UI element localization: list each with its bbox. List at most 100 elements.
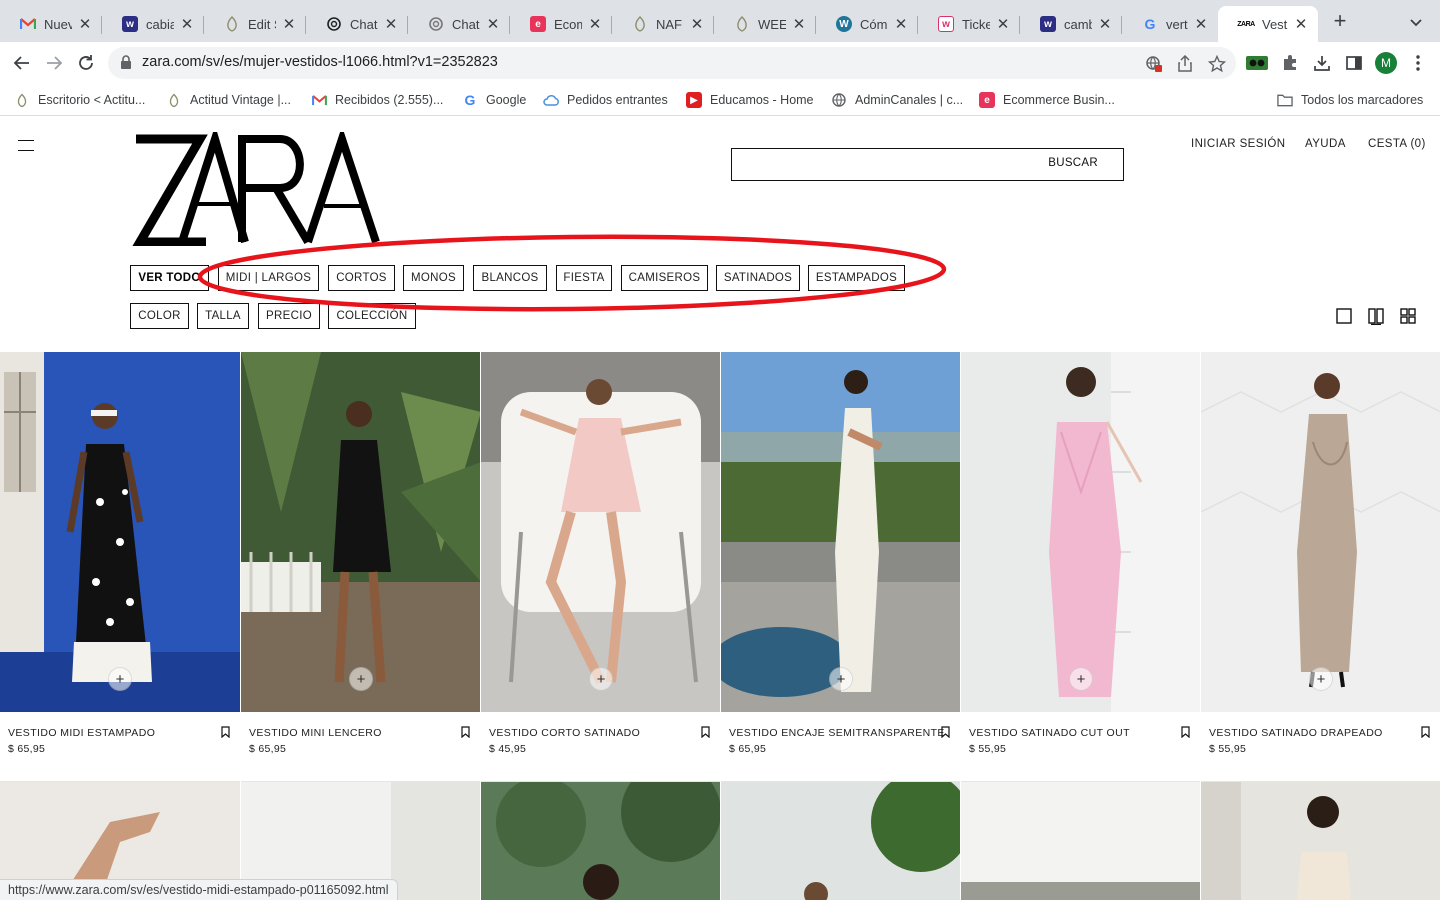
tab-zara-active[interactable]: ZARA Vestid ✕ [1218, 6, 1318, 42]
product-info[interactable]: VESTIDO ENCAJE SEMITRANSPARENTE $ 65,95 [721, 712, 960, 782]
product-info[interactable]: VESTIDO MIDI ESTAMPADO $ 65,95 [0, 712, 240, 782]
tab-ticket[interactable]: w Ticket ✕ [918, 6, 1020, 42]
product-image[interactable] [241, 352, 480, 712]
product-info[interactable]: VESTIDO SATINADO CUT OUT $ 55,95 [961, 712, 1200, 782]
add-to-cart-button[interactable]: + [1069, 667, 1093, 691]
close-icon[interactable]: ✕ [588, 15, 602, 33]
side-panel-icon[interactable] [1343, 52, 1365, 74]
new-tab-button[interactable]: + [1328, 10, 1352, 34]
product-name[interactable]: VESTIDO MINI LENCERO [249, 727, 382, 739]
glasses-extension-icon[interactable] [1246, 52, 1268, 74]
close-icon[interactable]: ✕ [486, 15, 500, 33]
tab-edit-site[interactable]: Edit Si ✕ [204, 6, 306, 42]
product-image[interactable] [0, 352, 240, 712]
product-name[interactable]: VESTIDO ENCAJE SEMITRANSPARENTE [729, 727, 945, 739]
close-icon[interactable]: ✕ [78, 15, 92, 33]
kebab-menu-icon[interactable] [1407, 52, 1429, 74]
close-icon[interactable]: ✕ [996, 15, 1010, 33]
bookmark-google[interactable]: G Google [462, 91, 527, 109]
product-image[interactable] [721, 782, 960, 900]
category-satinados[interactable]: SATINADOS [716, 265, 800, 291]
login-link[interactable]: INICIAR SESIÓN [1191, 138, 1285, 150]
close-icon[interactable]: ✕ [894, 15, 908, 33]
bookmark-admincanales[interactable]: AdminCanales | c... [831, 91, 963, 109]
product-name[interactable]: VESTIDO MIDI ESTAMPADO [8, 727, 155, 739]
url-text[interactable]: zara.com/sv/es/mujer-vestidos-l1066.html… [142, 54, 498, 70]
add-to-cart-button[interactable]: + [349, 667, 373, 691]
grid-view-icon[interactable] [1399, 307, 1417, 325]
bookmark-educamos[interactable]: ▶ Educamos - Home [686, 91, 814, 109]
product-image[interactable] [481, 352, 720, 712]
single-column-view-icon[interactable] [1335, 307, 1353, 325]
product-info[interactable]: VESTIDO SATINADO DRAPEADO $ 55,95 [1201, 712, 1440, 782]
close-icon[interactable]: ✕ [180, 15, 194, 33]
tab-wix-cabiar[interactable]: w cabiar ✕ [102, 6, 204, 42]
share-icon[interactable] [1176, 55, 1194, 73]
product-image[interactable] [721, 352, 960, 712]
filter-coleccion[interactable]: COLECCIÓN [328, 303, 416, 329]
reload-icon[interactable] [74, 51, 98, 75]
add-to-cart-button[interactable]: + [108, 667, 132, 691]
close-icon[interactable]: ✕ [384, 15, 398, 33]
product-image[interactable] [961, 352, 1200, 712]
product-name[interactable]: VESTIDO CORTO SATINADO [489, 727, 640, 739]
bookmark-ecommerce[interactable]: e Ecommerce Busin... [979, 91, 1115, 109]
category-cortos[interactable]: CORTOS [328, 265, 395, 291]
category-blancos[interactable]: BLANCOS [473, 265, 547, 291]
bookmark-icon[interactable] [1181, 726, 1190, 738]
back-arrow-icon[interactable] [10, 51, 34, 75]
bookmark-icon[interactable] [461, 726, 470, 738]
product-image[interactable] [961, 782, 1200, 900]
close-icon[interactable]: ✕ [690, 15, 704, 33]
forward-arrow-icon[interactable] [42, 51, 66, 75]
filter-precio[interactable]: PRECIO [258, 303, 320, 329]
address-bar[interactable]: zara.com/sv/es/mujer-vestidos-l1066.html… [108, 47, 1236, 79]
filter-color[interactable]: COLOR [130, 303, 189, 329]
search-label[interactable]: BUSCAR [1048, 157, 1098, 169]
tab-chatgpt-1[interactable]: ChatG ✕ [306, 6, 408, 42]
tab-naf[interactable]: NAF N ✕ [612, 6, 714, 42]
add-to-cart-button[interactable]: + [589, 667, 613, 691]
bookmark-icon[interactable] [701, 726, 710, 738]
category-estampados[interactable]: ESTAMPADOS [808, 265, 905, 291]
puzzle-extensions-icon[interactable] [1279, 52, 1301, 74]
category-ver-todo[interactable]: VER TODO [130, 265, 209, 291]
product-name[interactable]: VESTIDO SATINADO DRAPEADO [1209, 727, 1383, 739]
product-image[interactable] [1201, 352, 1440, 712]
product-info[interactable]: VESTIDO CORTO SATINADO $ 45,95 [481, 712, 720, 782]
two-column-view-icon[interactable] [1367, 307, 1385, 326]
close-icon[interactable]: ✕ [792, 15, 806, 33]
add-to-cart-button[interactable]: + [829, 667, 853, 691]
cart-link[interactable]: CESTA (0) [1368, 138, 1426, 150]
download-icon[interactable] [1311, 52, 1333, 74]
bookmark-icon[interactable] [1421, 726, 1430, 738]
add-to-cart-button[interactable]: + [1309, 667, 1333, 691]
product-image[interactable] [481, 782, 720, 900]
product-info[interactable]: VESTIDO MINI LENCERO $ 65,95 [241, 712, 480, 782]
tab-chatgpt-2[interactable]: ChatG ✕ [408, 6, 510, 42]
search-box[interactable]: BUSCAR [731, 148, 1124, 181]
translate-blocked-icon[interactable] [1145, 55, 1163, 73]
lock-icon[interactable] [120, 55, 132, 75]
product-name[interactable]: VESTIDO SATINADO CUT OUT [969, 727, 1130, 739]
category-fiesta[interactable]: FIESTA [556, 265, 612, 291]
close-icon[interactable]: ✕ [1098, 15, 1112, 33]
close-icon[interactable]: ✕ [282, 15, 296, 33]
chevron-down-icon[interactable] [1406, 12, 1426, 32]
bookmark-pedidos[interactable]: Pedidos entrantes [543, 91, 668, 109]
profile-avatar[interactable]: M [1375, 52, 1397, 74]
help-link[interactable]: AYUDA [1305, 138, 1346, 150]
bookmark-escritorio[interactable]: Escritorio < Actitu... [14, 91, 145, 109]
tab-weekly[interactable]: WEEKI ✕ [714, 6, 816, 42]
tab-google-vertec[interactable]: G vertec ✕ [1122, 6, 1218, 42]
zara-logo[interactable] [130, 125, 382, 247]
close-icon[interactable]: ✕ [1194, 15, 1208, 33]
all-bookmarks-folder[interactable]: Todos los marcadores [1277, 91, 1423, 109]
star-icon[interactable] [1208, 55, 1226, 73]
category-monos[interactable]: MONOS [403, 265, 464, 291]
hamburger-menu-icon[interactable] [18, 140, 34, 152]
close-icon[interactable]: ✕ [1294, 15, 1308, 33]
product-image[interactable] [1201, 782, 1440, 900]
tab-como[interactable]: W Cómo ✕ [816, 6, 918, 42]
tab-gmail[interactable]: Nueva ✕ [0, 6, 102, 42]
